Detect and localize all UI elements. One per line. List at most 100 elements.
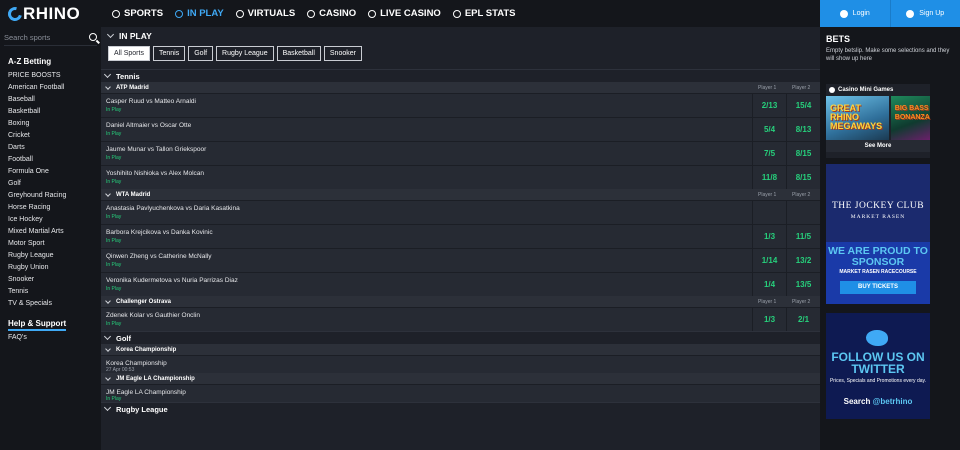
game1-title: GREAT RHINO MEGAWAYS <box>830 103 883 131</box>
signup-button[interactable]: Sign Up <box>889 0 960 27</box>
nav-casino[interactable]: CASINO <box>301 0 362 27</box>
jockey-club-banner[interactable]: THE JOCKEY CLUB MARKET RASEN WE ARE PROU… <box>826 164 930 304</box>
sidebar-item-rugby-league[interactable]: Rugby League <box>0 250 101 262</box>
event-status: In Play <box>106 321 122 327</box>
competition-header[interactable]: JM Eagle LA Championship <box>101 373 820 384</box>
odds-button-player2[interactable]: 8/13 <box>786 118 820 141</box>
signup-label: Sign Up <box>919 10 945 17</box>
sport-header-tennis[interactable]: Tennis <box>101 69 820 82</box>
big-bass-game-tile[interactable]: BIG BASS BONANZA <box>890 96 930 140</box>
competition-header[interactable]: Challenger Ostrava Player 1 Player 2 <box>101 296 820 307</box>
event-name[interactable]: Anastasia Pavlyuchenkova vs Daria Kasatk… <box>106 205 240 212</box>
sidebar-item-golf[interactable]: Golf <box>0 178 101 190</box>
odds-button-player2[interactable]: 8/15 <box>786 166 820 189</box>
competition-header[interactable]: Korea Championship <box>101 344 820 355</box>
odds-button-player1[interactable] <box>752 201 786 224</box>
nav-live-casino[interactable]: LIVE CASINO <box>362 0 447 27</box>
event-name[interactable]: Daniel Altmaier vs Oscar Otte <box>106 122 191 129</box>
casino-chip-icon <box>307 9 316 18</box>
competition-header[interactable]: ATP Madrid Player 1 Player 2 <box>101 82 820 93</box>
odds-button-player2[interactable]: 13/5 <box>786 273 820 296</box>
odds-button-player2[interactable]: 2/1 <box>786 308 820 331</box>
competition-header[interactable]: WTA Madrid Player 1 Player 2 <box>101 189 820 200</box>
filter-chip-basketball[interactable]: Basketball <box>276 46 321 61</box>
filter-chip-all-sports[interactable]: All Sports <box>108 46 150 61</box>
search-icon[interactable] <box>89 33 97 41</box>
sidebar-item-tv-specials[interactable]: TV & Specials <box>0 298 101 310</box>
sidebar-item-boxing[interactable]: Boxing <box>0 118 101 130</box>
event-row[interactable]: Casper Ruud vs Matteo Arnaldi In Play 2/13… <box>101 93 820 117</box>
sport-header-golf[interactable]: Golf <box>101 331 820 344</box>
sidebar-item-cricket[interactable]: Cricket <box>0 130 101 142</box>
sidebar-item-rugby-union[interactable]: Rugby Union <box>0 262 101 274</box>
filter-chip-snooker[interactable]: Snooker <box>323 46 362 61</box>
filter-chip-rugby-league[interactable]: Rugby League <box>216 46 274 61</box>
in-play-header[interactable]: IN PLAY <box>101 27 820 45</box>
event-row[interactable]: Daniel Altmaier vs Oscar Otte In Play 5/4 8… <box>101 117 820 141</box>
sidebar-item-american-football[interactable]: American Football <box>0 82 101 94</box>
event-name[interactable]: Zdenek Kolar vs Gauthier Onclin <box>106 312 200 319</box>
event-row[interactable]: Qinwen Zheng vs Catherine McNally In Play… <box>101 248 820 272</box>
sidebar-item-basketball[interactable]: Basketball <box>0 106 101 118</box>
filter-chip-tennis[interactable]: Tennis <box>152 46 186 61</box>
odds-button-player1[interactable]: 11/8 <box>752 166 786 189</box>
event-row[interactable]: Korea Championship 27 Apr 00:53 <box>101 355 820 373</box>
event-name[interactable]: Jaume Munar vs Tallon Griekspoor <box>106 146 206 153</box>
event-row[interactable]: Zdenek Kolar vs Gauthier Onclin In Play 1/… <box>101 307 820 331</box>
nav-virtuals[interactable]: VIRTUALS <box>230 0 302 27</box>
great-rhino-game-tile[interactable]: GREAT RHINO MEGAWAYS <box>826 96 889 140</box>
odds-button-player2[interactable]: 13/2 <box>786 249 820 272</box>
sidebar-item-football[interactable]: Football <box>0 154 101 166</box>
sport-header-rugby-league[interactable]: Rugby League <box>101 402 820 415</box>
filter-chip-golf[interactable]: Golf <box>188 46 214 61</box>
event-row[interactable]: Veronika Kudermetova vs Nuria Parrizas D… <box>101 272 820 296</box>
event-name[interactable]: Veronika Kudermetova vs Nuria Parrizas D… <box>106 277 238 284</box>
login-button[interactable]: Login <box>820 0 890 27</box>
odds-button-player1[interactable]: 2/13 <box>752 94 786 117</box>
event-row[interactable]: Barbora Krejcikova vs Danka Kovinic In Pl… <box>101 224 820 248</box>
sidebar-item-mixed-martial-arts[interactable]: Mixed Martial Arts <box>0 226 101 238</box>
event-row[interactable]: Jaume Munar vs Tallon Griekspoor In Play 7… <box>101 141 820 165</box>
event-name[interactable]: Korea Championship <box>106 360 167 367</box>
nav-sports[interactable]: SPORTS <box>106 0 169 27</box>
odds-button-player1[interactable]: 1/3 <box>752 308 786 331</box>
event-row[interactable]: Anastasia Pavlyuchenkova vs Daria Kasatk… <box>101 200 820 224</box>
event-row[interactable]: JM Eagle LA Championship In Play <box>101 384 820 402</box>
sidebar-item-ice-hockey[interactable]: Ice Hockey <box>0 214 101 226</box>
see-more-button[interactable]: See More <box>826 140 930 152</box>
event-name[interactable]: Casper Ruud vs Matteo Arnaldi <box>106 98 196 105</box>
sidebar-item-tennis[interactable]: Tennis <box>0 286 101 298</box>
event-name[interactable]: Barbora Krejcikova vs Danka Kovinic <box>106 229 213 236</box>
sidebar-item-horse-racing[interactable]: Horse Racing <box>0 202 101 214</box>
nav-in-play[interactable]: IN PLAY <box>169 0 230 27</box>
event-name[interactable]: JM Eagle LA Championship <box>106 389 186 396</box>
nav-label: VIRTUALS <box>247 8 296 19</box>
sidebar-item-greyhound-racing[interactable]: Greyhound Racing <box>0 190 101 202</box>
odds-button-player2[interactable]: 11/5 <box>786 225 820 248</box>
buy-tickets-button[interactable]: BUY TICKETS <box>840 281 916 294</box>
event-name[interactable]: Yoshihito Nishioka vs Alex Molcan <box>106 170 204 177</box>
event-row[interactable]: Yoshihito Nishioka vs Alex Molcan In Play… <box>101 165 820 189</box>
event-name[interactable]: Qinwen Zheng vs Catherine McNally <box>106 253 212 260</box>
odds-button-player1[interactable]: 1/3 <box>752 225 786 248</box>
odds-button-player2[interactable]: 8/15 <box>786 142 820 165</box>
twitter-bird-icon <box>866 330 888 346</box>
search-sports-input[interactable]: Search sports <box>4 29 97 46</box>
odds-button-player1[interactable]: 7/5 <box>752 142 786 165</box>
betslip-panel: BETS Empty betslip. Make some selections… <box>820 27 960 450</box>
odds-button-player1[interactable]: 5/4 <box>752 118 786 141</box>
sidebar-item-darts[interactable]: Darts <box>0 142 101 154</box>
odds-button-player2[interactable] <box>786 201 820 224</box>
sidebar-item-snooker[interactable]: Snooker <box>0 274 101 286</box>
sidebar-item-faqs[interactable]: FAQ's <box>0 332 101 344</box>
sidebar-item-baseball[interactable]: Baseball <box>0 94 101 106</box>
twitter-banner[interactable]: FOLLOW US ON TWITTER Prices, Specials an… <box>826 313 930 419</box>
sidebar-item-price-boosts[interactable]: PRICE BOOSTS <box>0 70 101 82</box>
nav-epl-stats[interactable]: EPL STATS <box>447 0 522 27</box>
odds-button-player1[interactable]: 1/4 <box>752 273 786 296</box>
brand-logo[interactable]: RHINO <box>0 4 106 24</box>
odds-button-player2[interactable]: 15/4 <box>786 94 820 117</box>
sidebar-item-motor-sport[interactable]: Motor Sport <box>0 238 101 250</box>
odds-button-player1[interactable]: 1/14 <box>752 249 786 272</box>
sidebar-item-formula-one[interactable]: Formula One <box>0 166 101 178</box>
